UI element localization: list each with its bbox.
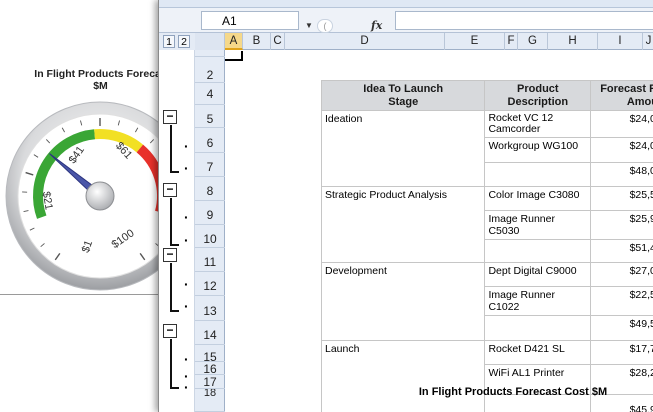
screen: $1 $21 $41 $61 $100 In Flight Products F… (0, 0, 653, 412)
outline-gutter: − · · − · · − · · − · · · (159, 50, 195, 412)
column-header-f[interactable]: F (505, 33, 518, 50)
group-bracket-end (170, 244, 179, 246)
amount-cell[interactable]: $25,500,000 (590, 186, 653, 211)
amount-cell[interactable]: $17,750,000 (590, 340, 653, 365)
amount-cell[interactable]: $22,500,000 (590, 286, 653, 316)
active-cell-cursor (225, 51, 243, 61)
product-cell[interactable]: Image Runner C5030 (484, 210, 592, 240)
row-header-4[interactable]: 4 (195, 83, 225, 105)
subtotal-cell[interactable]: $51,490,000 (590, 239, 653, 263)
row-header-17[interactable]: 17 (195, 375, 225, 389)
amount-cell[interactable]: $24,000,000 (590, 110, 653, 138)
stage-cell[interactable]: Development (321, 262, 486, 341)
forecast-table: Idea To Launch Stage Product Description… (321, 80, 653, 412)
product-cell[interactable]: Rocket VC 12 Camcorder (484, 110, 592, 138)
amount-cell[interactable]: $27,057,500 (590, 262, 653, 287)
row-header-6[interactable]: 6 (195, 128, 225, 153)
formula-input[interactable] (395, 11, 653, 30)
cell-grid[interactable]: Idea To Launch Stage Product Description… (225, 50, 653, 412)
column-header-j[interactable]: J (643, 33, 653, 50)
detail-row-marker: · (184, 351, 189, 367)
detail-row-marker: · (184, 298, 189, 314)
column-header-h[interactable]: H (548, 33, 598, 50)
insert-function-icon[interactable]: fx (371, 19, 382, 32)
ribbon-edge (159, 0, 653, 8)
subtotal-cell[interactable]: $49,557,500 (590, 315, 653, 341)
row-header-15[interactable]: 15 (195, 345, 225, 364)
formula-bar: A1 ▼ ( fx (159, 8, 653, 33)
table-clip: Idea To Launch Stage Product Description… (321, 80, 653, 412)
group-bracket-end (170, 387, 179, 389)
product-cell[interactable]: Image Runner C1022 (484, 286, 592, 316)
row-header-2[interactable]: 2 (195, 57, 225, 83)
detail-row-marker: · (184, 160, 189, 176)
row-header-7[interactable]: 7 (195, 153, 225, 177)
group-bracket-end (170, 310, 179, 312)
product-cell[interactable] (484, 315, 592, 341)
column-header-g[interactable]: G (518, 33, 548, 50)
amount-cell[interactable]: $24,000,000 (590, 137, 653, 163)
detail-row-marker: · (184, 138, 189, 154)
column-header-a[interactable]: A (225, 33, 243, 50)
header-product[interactable]: Product Description (484, 80, 592, 111)
row-header-13[interactable]: 13 (195, 296, 225, 321)
product-cell[interactable] (484, 162, 592, 187)
outline-level-1-button[interactable]: 1 (163, 35, 175, 48)
group-bracket-end (170, 171, 179, 173)
row-header-14[interactable]: 14 (195, 321, 225, 345)
detail-row-marker: · (184, 379, 189, 395)
row-header-bar: 2 4 5 6 7 8 9 10 11 12 13 14 15 16 17 18 (195, 50, 225, 412)
row-header-10[interactable]: 10 (195, 225, 225, 248)
row-header-5[interactable]: 5 (195, 105, 225, 128)
product-cell[interactable] (484, 239, 592, 263)
product-cell[interactable]: Rocket D421 SL (484, 340, 592, 365)
row-header-16[interactable]: 16 (195, 362, 225, 376)
select-all-corner[interactable] (195, 33, 225, 50)
product-cell[interactable]: Color Image C3080 (484, 186, 592, 211)
row-header-8[interactable]: 8 (195, 177, 225, 201)
amount-cell[interactable]: $25,990,000 (590, 210, 653, 240)
excel-window: A1 ▼ ( fx 1 2 A B C D E F G H I J − · · … (158, 0, 653, 412)
product-cell[interactable]: Dept Digital C9000 (484, 262, 592, 287)
subtotal-cell[interactable]: $48,000,000 (590, 162, 653, 187)
outline-level-2-button[interactable]: 2 (178, 35, 190, 48)
row-header-12[interactable]: 12 (195, 272, 225, 296)
stage-cell[interactable]: Launch (321, 340, 486, 412)
row-header-1[interactable] (195, 50, 225, 57)
header-forecast[interactable]: Forecast Revenue Amount (590, 80, 653, 111)
chart-caption: In Flight Products Forecast Cost $M (418, 386, 608, 398)
column-header-bar: 1 2 A B C D E F G H I J (159, 33, 653, 50)
formula-cancel-icon[interactable]: ( (317, 19, 333, 33)
row-header-9[interactable]: 9 (195, 201, 225, 225)
column-header-d[interactable]: D (285, 33, 445, 50)
detail-row-marker: · (184, 232, 189, 248)
group-bracket (170, 339, 172, 388)
collapse-group-button[interactable]: − (163, 183, 177, 197)
group-bracket (170, 263, 172, 311)
header-stage[interactable]: Idea To Launch Stage (321, 80, 486, 111)
column-header-e[interactable]: E (445, 33, 505, 50)
column-header-c[interactable]: C (271, 33, 285, 50)
detail-row-marker: · (184, 276, 189, 292)
stage-cell[interactable]: Strategic Product Analysis (321, 186, 486, 263)
outline-level-buttons: 1 2 (159, 33, 195, 50)
name-box-dropdown-icon[interactable]: ▼ (305, 21, 313, 30)
detail-row-marker: · (184, 209, 189, 225)
gauge-hub (85, 181, 115, 211)
gauge-title: In Flight Products Forecas $M (34, 68, 167, 92)
gauge-dial: $1 $21 $41 $61 $100 (5, 101, 172, 291)
gauge-panel: $1 $21 $41 $61 $100 In Flight Products F… (0, 0, 172, 295)
collapse-group-button[interactable]: − (163, 110, 177, 124)
collapse-group-button[interactable]: − (163, 248, 177, 262)
collapse-group-button[interactable]: − (163, 324, 177, 338)
column-header-i[interactable]: I (598, 33, 643, 50)
row-header-11[interactable]: 11 (195, 248, 225, 272)
product-cell[interactable]: Workgroup WG100 (484, 137, 592, 163)
group-bracket (170, 198, 172, 245)
group-bracket (170, 125, 172, 172)
column-header-b[interactable]: B (243, 33, 271, 50)
name-box[interactable]: A1 (201, 11, 299, 30)
row-header-18[interactable]: 18 (195, 389, 225, 412)
stage-cell[interactable]: Ideation (321, 110, 486, 187)
